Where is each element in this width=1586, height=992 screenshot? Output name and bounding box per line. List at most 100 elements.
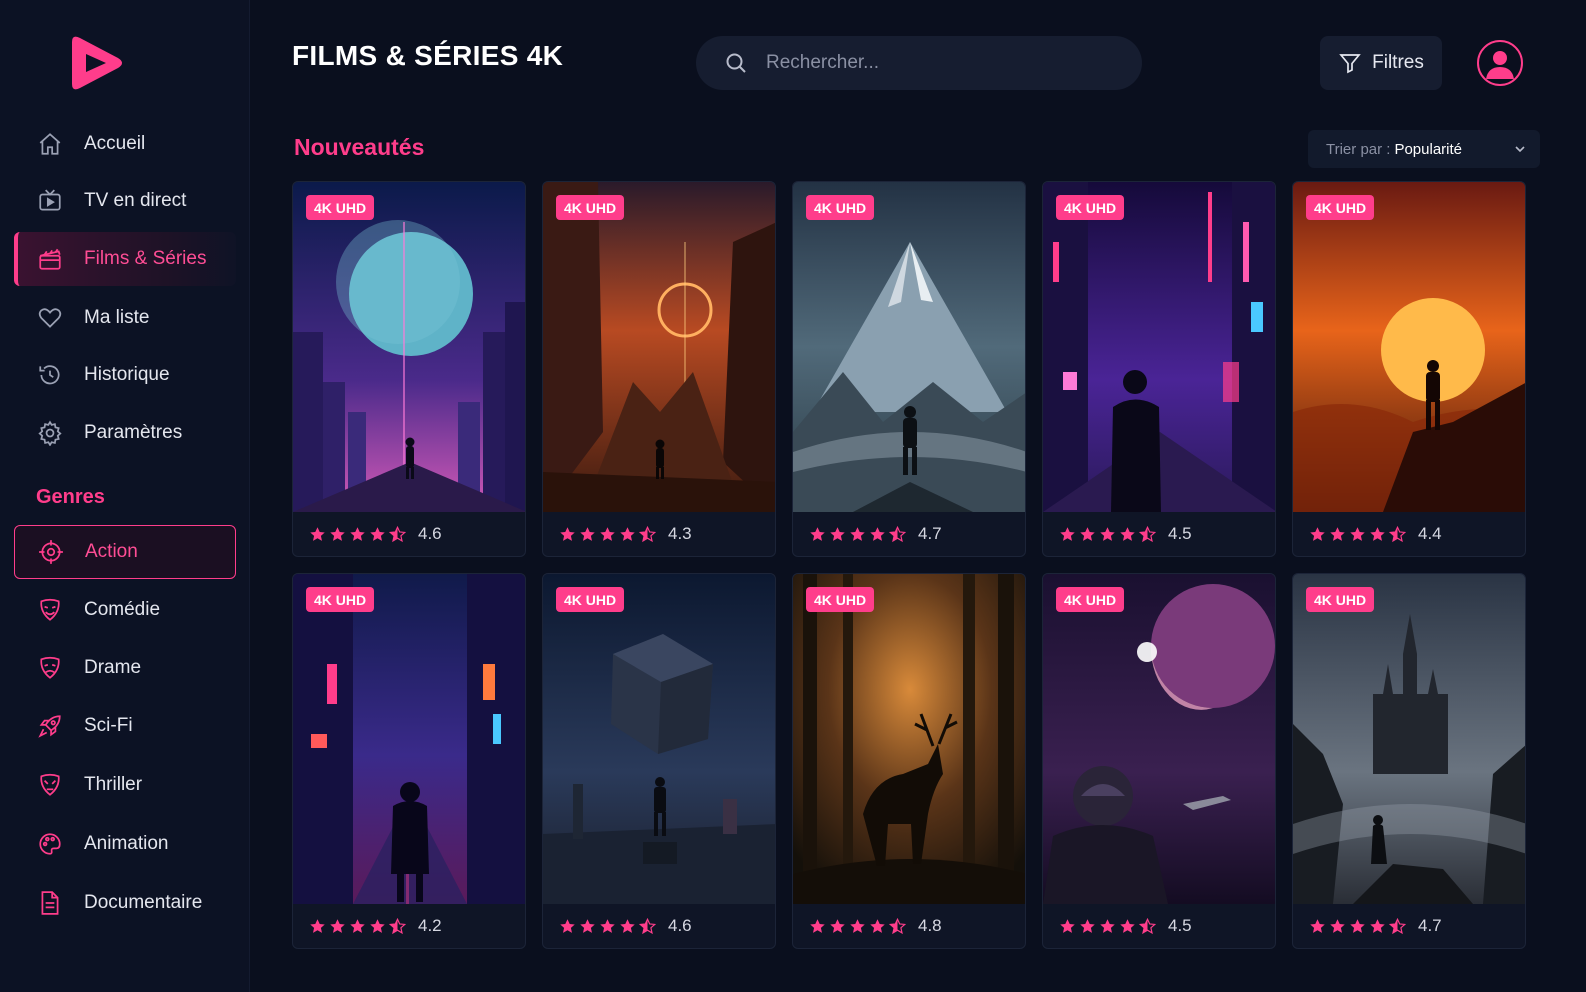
home-icon [36,130,64,158]
movie-card[interactable]: 4K UHD 4.5 [1042,573,1276,949]
nav-item-accueil[interactable]: Accueil [14,117,236,171]
star-half-icon [1139,917,1156,934]
nav-label: Ma liste [84,307,150,328]
movie-poster[interactable] [1293,182,1525,512]
movie-poster[interactable] [793,182,1025,512]
quality-badge: 4K UHD [1306,587,1375,612]
genre-item-action[interactable]: Action [14,525,236,579]
rating: 4.3 [559,522,692,546]
star-rating [1059,917,1156,935]
movie-card[interactable]: 4K UHD 4.4 [1292,181,1526,557]
quality-badge: 4K UHD [306,195,375,220]
movie-card[interactable]: 4K UHD 4.6 [292,181,526,557]
rating-score: 4.7 [1418,916,1442,935]
rocket-icon [36,712,64,740]
nav-item-parametres[interactable]: Paramètres [14,406,236,460]
movie-card[interactable]: 4K UHD 4.7 [792,181,1026,557]
star-icon [600,918,615,933]
movie-poster[interactable] [1293,574,1525,904]
nav-label: TV en direct [84,190,187,211]
star-rating [309,525,406,543]
quality-badge: 4K UHD [1056,587,1125,612]
genre-label: Action [85,541,138,562]
nav-label: Historique [84,364,170,385]
star-icon [1370,918,1385,933]
genre-item-comedie[interactable]: Comédie [14,583,236,637]
star-icon [1060,526,1075,541]
nav-item-tv-en-direct[interactable]: TV en direct [14,174,236,228]
nav-item-historique[interactable]: Historique [14,348,236,402]
genre-label: Animation [84,833,169,854]
rating: 4.6 [559,914,692,938]
star-rating [559,917,656,935]
movie-poster[interactable] [1043,182,1275,512]
star-icon [1060,918,1075,933]
star-icon [620,526,635,541]
genre-item-animation[interactable]: Animation [14,817,236,871]
star-icon [1080,526,1095,541]
star-icon [310,918,325,933]
thriller-mask-icon [36,771,64,799]
rating: 4.2 [309,914,442,938]
genre-item-drame[interactable]: Drame [14,641,236,695]
movie-poster[interactable] [543,182,775,512]
star-icon [1100,526,1115,541]
sort-dropdown[interactable]: Trier par : Popularité [1308,130,1540,168]
user-avatar[interactable] [1477,40,1523,86]
genre-item-documentaire[interactable]: Documentaire [14,876,236,930]
movie-card[interactable]: 4K UHD 4.5 [1042,181,1276,557]
rating: 4.5 [1059,914,1192,938]
quality-badge: 4K UHD [1056,195,1125,220]
nav-item-ma-liste[interactable]: Ma liste [14,291,236,345]
star-icon [870,918,885,933]
star-icon [620,918,635,933]
nav-label: Accueil [84,133,146,154]
movie-poster[interactable] [293,182,525,512]
search-input[interactable] [766,52,1106,74]
movie-card[interactable]: 4K UHD 4.3 [542,181,776,557]
filter-button[interactable]: Filtres [1320,36,1442,90]
star-icon [350,918,365,933]
star-icon [370,918,385,933]
star-icon [330,526,345,541]
app-logo-play-icon[interactable] [64,32,126,94]
movie-card[interactable]: 4K UHD 4.2 [292,573,526,949]
genre-label: Comédie [84,599,161,620]
genre-item-thriller[interactable]: Thriller [14,758,236,812]
movie-poster[interactable] [793,574,1025,904]
star-icon [810,526,825,541]
movie-poster[interactable] [1043,574,1275,904]
star-icon [600,526,615,541]
quality-badge: 4K UHD [806,195,875,220]
movie-poster[interactable] [293,574,525,904]
star-half-icon [639,525,656,542]
rating: 4.8 [809,914,942,938]
star-rating [809,525,906,543]
star-half-icon [1389,525,1406,542]
star-icon [1370,526,1385,541]
nav-item-films-series[interactable]: Films & Séries [14,232,236,286]
movie-card[interactable]: 4K UHD 4.7 [1292,573,1526,949]
star-half-icon [889,525,906,542]
star-icon [1080,918,1095,933]
star-icon [350,526,365,541]
star-half-icon [389,917,406,934]
star-rating [1309,917,1406,935]
history-icon [36,361,64,389]
star-icon [850,526,865,541]
star-icon [560,918,575,933]
comedy-mask-icon [36,596,64,624]
user-icon [1486,51,1514,79]
sort-label: Trier par : [1326,140,1391,158]
star-icon [1310,918,1325,933]
star-half-icon [1139,525,1156,542]
search-bar[interactable] [696,36,1142,90]
genre-item-sci-fi[interactable]: Sci-Fi [14,699,236,753]
star-icon [830,918,845,933]
movie-card[interactable]: 4K UHD 4.6 [542,573,776,949]
genres-heading: Genres [36,486,105,508]
movie-poster[interactable] [543,574,775,904]
movie-card[interactable]: 4K UHD 4.8 [792,573,1026,949]
tv-icon [36,187,64,215]
star-icon [830,526,845,541]
